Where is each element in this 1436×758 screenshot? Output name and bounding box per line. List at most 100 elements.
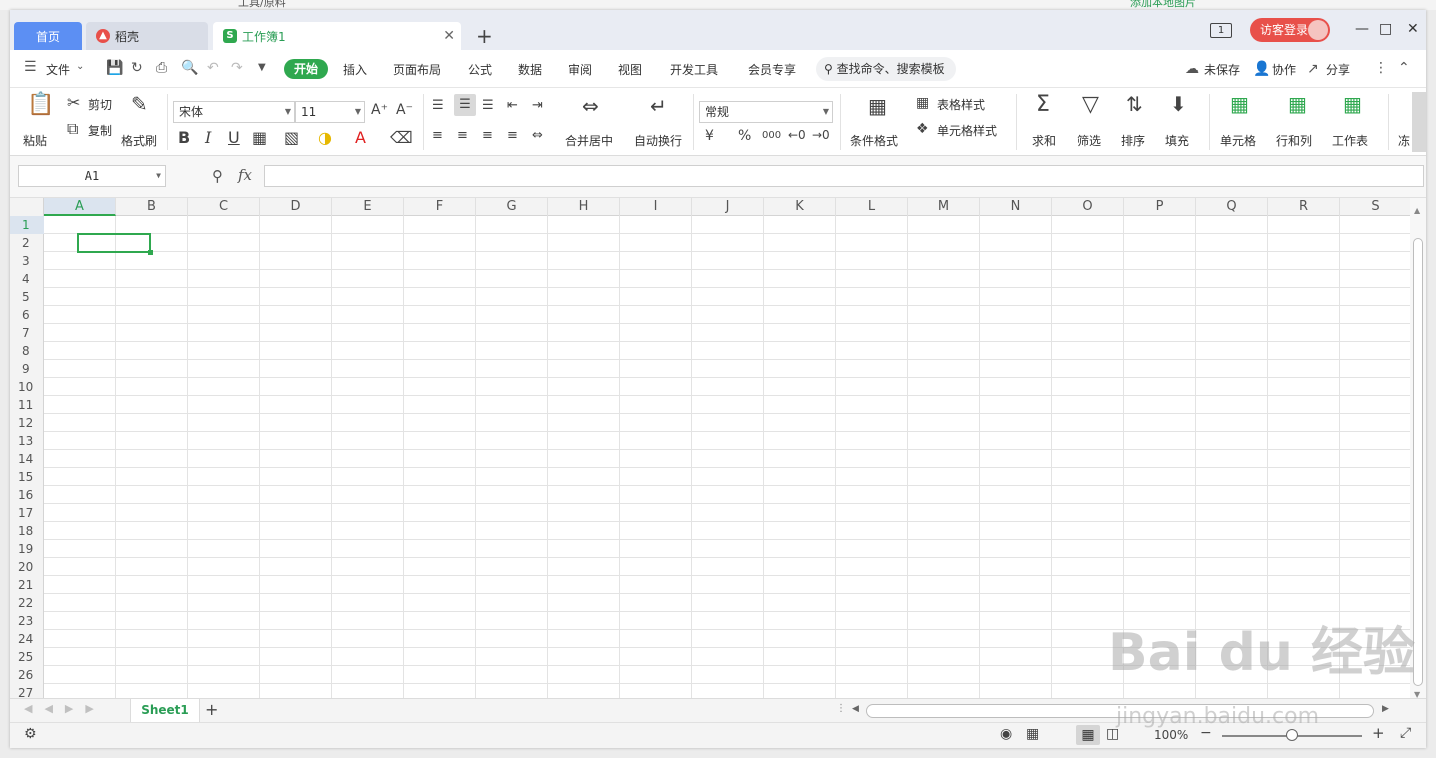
splitter-icon[interactable]: ⋮ xyxy=(836,703,846,714)
formula-input[interactable] xyxy=(264,165,1424,187)
fill-icon[interactable]: ⬇ xyxy=(1170,92,1187,116)
table-style-button[interactable]: 表格样式 xyxy=(937,96,985,113)
zoom-level[interactable]: 100% xyxy=(1154,728,1188,742)
row-header[interactable]: 25 xyxy=(10,648,44,666)
row-header[interactable]: 4 xyxy=(10,270,44,288)
fill-color-icon[interactable]: ◑ xyxy=(318,128,332,147)
eye-protect-icon[interactable]: ◉ xyxy=(1000,726,1012,742)
select-all-corner[interactable] xyxy=(10,198,44,216)
sort-button[interactable]: 排序 xyxy=(1121,132,1145,149)
collab-button[interactable]: 协作 xyxy=(1272,61,1296,78)
column-header[interactable]: B xyxy=(116,198,188,216)
menu-developer[interactable]: 开发工具 xyxy=(670,61,718,78)
row-col-icon[interactable]: ▦ xyxy=(1288,92,1307,116)
column-header[interactable]: R xyxy=(1268,198,1340,216)
row-header[interactable]: 9 xyxy=(10,360,44,378)
increase-font-icon[interactable]: A⁺ xyxy=(371,102,388,118)
align-bottom-icon[interactable]: ☰ xyxy=(482,98,494,113)
row-header[interactable]: 3 xyxy=(10,252,44,270)
undo-icon[interactable]: ↶ xyxy=(207,60,219,76)
column-header[interactable]: G xyxy=(476,198,548,216)
align-left-icon[interactable]: ≡ xyxy=(432,128,443,143)
scroll-left-icon[interactable]: ◀ xyxy=(852,704,859,714)
underline-button[interactable]: U xyxy=(228,128,240,147)
column-header[interactable]: J xyxy=(692,198,764,216)
close-window-icon[interactable]: ✕ xyxy=(1407,21,1419,37)
zoom-search-icon[interactable]: ⚲ xyxy=(212,167,223,185)
format-painter-button[interactable]: 格式刷 xyxy=(121,132,157,149)
column-header[interactable]: A xyxy=(44,198,116,216)
row-header[interactable]: 11 xyxy=(10,396,44,414)
menu-view[interactable]: 视图 xyxy=(618,61,642,78)
menu-formula[interactable]: 公式 xyxy=(468,61,492,78)
column-header[interactable]: C xyxy=(188,198,260,216)
column-header[interactable]: S xyxy=(1340,198,1410,216)
print-icon[interactable]: ⎙ xyxy=(156,60,167,76)
cut-icon[interactable]: ✂ xyxy=(67,93,80,112)
sheet-tab-sheet1[interactable]: Sheet1 xyxy=(130,699,200,722)
thousands-button[interactable]: 000 xyxy=(762,130,781,141)
row-header[interactable]: 24 xyxy=(10,630,44,648)
font-size-select[interactable]: 11 ▼ xyxy=(295,101,365,123)
row-header[interactable]: 10 xyxy=(10,378,44,396)
window-count-badge[interactable]: 1 xyxy=(1210,23,1232,38)
number-format-select[interactable]: 常规 ▼ xyxy=(699,101,833,123)
column-header[interactable]: N xyxy=(980,198,1052,216)
conditional-format-icon[interactable]: ▦ xyxy=(868,94,887,118)
row-header[interactable]: 8 xyxy=(10,342,44,360)
paste-icon[interactable]: 📋 xyxy=(27,92,54,117)
paste-button[interactable]: 粘贴 xyxy=(23,132,47,149)
macro-icon[interactable]: ⚙ xyxy=(24,726,37,742)
menu-member[interactable]: 会员专享 xyxy=(748,61,796,78)
sheet-nav-icon[interactable]: ◀◀▶▶ xyxy=(24,702,106,715)
row-header[interactable]: 1 xyxy=(10,216,44,234)
filter-button[interactable]: 筛选 xyxy=(1077,132,1101,149)
add-sheet-button[interactable]: + xyxy=(205,700,218,719)
column-header[interactable]: H xyxy=(548,198,620,216)
clear-format-icon[interactable]: ⌫ xyxy=(390,128,413,147)
row-header[interactable]: 14 xyxy=(10,450,44,468)
cell-fill-pattern-icon[interactable]: ▧ xyxy=(284,128,299,147)
new-tab-button[interactable]: + xyxy=(476,24,493,48)
hamburger-icon[interactable]: ☰ xyxy=(24,59,37,75)
menu-insert[interactable]: 插入 xyxy=(343,61,367,78)
sum-button[interactable]: 求和 xyxy=(1032,132,1056,149)
scroll-right-icon[interactable]: ▶ xyxy=(1382,704,1389,714)
sort-icon[interactable]: ⇅ xyxy=(1126,92,1143,116)
more-options-icon[interactable]: ⋮ xyxy=(1374,60,1388,76)
conditional-format-button[interactable]: 条件格式 xyxy=(850,132,898,149)
cell-style-icon[interactable]: ❖ xyxy=(916,121,929,137)
column-header[interactable]: K xyxy=(764,198,836,216)
close-tab-icon[interactable]: ✕ xyxy=(443,28,455,44)
normal-view-icon[interactable]: ▦ xyxy=(1076,725,1100,745)
worksheet-button[interactable]: 工作表 xyxy=(1332,132,1368,149)
percent-button[interactable]: % xyxy=(738,128,751,144)
ribbon-scrollbar[interactable] xyxy=(1412,92,1426,152)
column-header[interactable]: L xyxy=(836,198,908,216)
border-icon[interactable]: ▦ xyxy=(252,128,267,147)
format-painter-icon[interactable]: ✎ xyxy=(131,92,148,116)
zoom-slider-knob[interactable] xyxy=(1286,729,1298,741)
column-header[interactable]: Q xyxy=(1196,198,1268,216)
worksheet-icon[interactable]: ▦ xyxy=(1343,92,1362,116)
filter-icon[interactable]: ▽ xyxy=(1082,92,1099,117)
column-header[interactable]: D xyxy=(260,198,332,216)
fill-button[interactable]: 填充 xyxy=(1165,132,1189,149)
active-cell[interactable] xyxy=(77,233,153,255)
row-header[interactable]: 19 xyxy=(10,540,44,558)
tab-daoke[interactable]: ▲ 稻壳 xyxy=(86,22,208,50)
column-header[interactable]: P xyxy=(1124,198,1196,216)
unsaved-status[interactable]: 未保存 xyxy=(1204,61,1240,78)
row-header[interactable]: 17 xyxy=(10,504,44,522)
sum-icon[interactable]: Σ xyxy=(1036,92,1050,117)
column-header[interactable]: M xyxy=(908,198,980,216)
collapse-ribbon-icon[interactable]: ⌃ xyxy=(1398,60,1410,76)
font-name-select[interactable]: 宋体 ▼ xyxy=(173,101,295,123)
save-icon[interactable]: 💾 xyxy=(106,60,123,76)
fx-icon[interactable]: fx xyxy=(238,166,252,184)
name-box[interactable]: A1 ▼ xyxy=(18,165,166,187)
decrease-font-icon[interactable]: A⁻ xyxy=(396,102,413,118)
login-button[interactable]: 访客登录 xyxy=(1250,18,1330,42)
row-header[interactable]: 15 xyxy=(10,468,44,486)
row-header[interactable]: 22 xyxy=(10,594,44,612)
